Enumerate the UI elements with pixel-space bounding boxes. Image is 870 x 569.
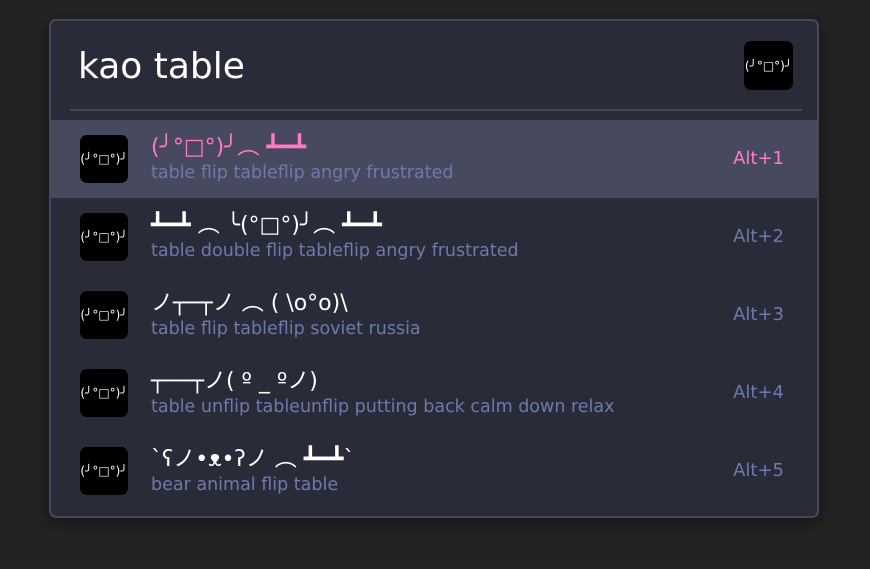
result-subtitle: table unflip tableunflip putting back ca… xyxy=(151,397,615,417)
result-title: (╯°□°)╯︵ ┻━┻ xyxy=(151,135,307,160)
kaomoji-icon: (╯°□°)╯ xyxy=(80,369,128,417)
result-title: `ʕノ•ᴥ•ʔノ ︵ ┻━┻` xyxy=(151,447,355,472)
result-title: ┻━┻ ︵ ╰(°□°)╯︵ ┻━┻ xyxy=(151,213,382,238)
result-shortcut: Alt+4 xyxy=(733,382,784,403)
kaomoji-icon: (╯°□°)╯ xyxy=(80,447,128,495)
kaomoji-icon: (╯°□°)╯ xyxy=(80,135,128,183)
result-title: ┬──┬ノ( º _ ºノ) xyxy=(151,369,318,394)
result-shortcut: Alt+1 xyxy=(733,148,784,169)
results-list: (╯°□°)╯ (╯°□°)╯︵ ┻━┻ table flip tablefli… xyxy=(51,120,817,510)
kaomoji-icon: (╯°□°)╯ xyxy=(80,291,128,339)
result-subtitle: bear animal flip table xyxy=(151,475,339,495)
result-shortcut: Alt+2 xyxy=(733,226,784,247)
search-input[interactable] xyxy=(78,41,718,91)
result-shortcut: Alt+5 xyxy=(733,460,784,481)
result-row[interactable]: (╯°□°)╯ `ʕノ•ᴥ•ʔノ ︵ ┻━┻` bear animal flip… xyxy=(51,432,817,510)
kaomoji-icon: (╯°□°)╯ xyxy=(80,213,128,261)
result-shortcut: Alt+3 xyxy=(733,304,784,325)
divider xyxy=(70,109,802,111)
result-title: ノ┬─┬ノ ︵ ( \o°o)\ xyxy=(151,291,348,316)
kaomoji-icon: (╯°□°)╯ xyxy=(744,41,793,90)
result-row[interactable]: (╯°□°)╯ (╯°□°)╯︵ ┻━┻ table flip tablefli… xyxy=(51,120,817,198)
result-row[interactable]: (╯°□°)╯ ノ┬─┬ノ ︵ ( \o°o)\ table flip tabl… xyxy=(51,276,817,354)
result-subtitle: table flip tableflip soviet russia xyxy=(151,319,421,339)
result-subtitle: table flip tableflip angry frustrated xyxy=(151,163,454,183)
search-bar: (╯°□°)╯ xyxy=(51,21,817,109)
result-row[interactable]: (╯°□°)╯ ┻━┻ ︵ ╰(°□°)╯︵ ┻━┻ table double … xyxy=(51,198,817,276)
launcher-window: (╯°□°)╯ (╯°□°)╯ (╯°□°)╯︵ ┻━┻ table flip … xyxy=(49,19,819,518)
result-subtitle: table double flip tableflip angry frustr… xyxy=(151,241,519,261)
result-row[interactable]: (╯°□°)╯ ┬──┬ノ( º _ ºノ) table unflip tabl… xyxy=(51,354,817,432)
